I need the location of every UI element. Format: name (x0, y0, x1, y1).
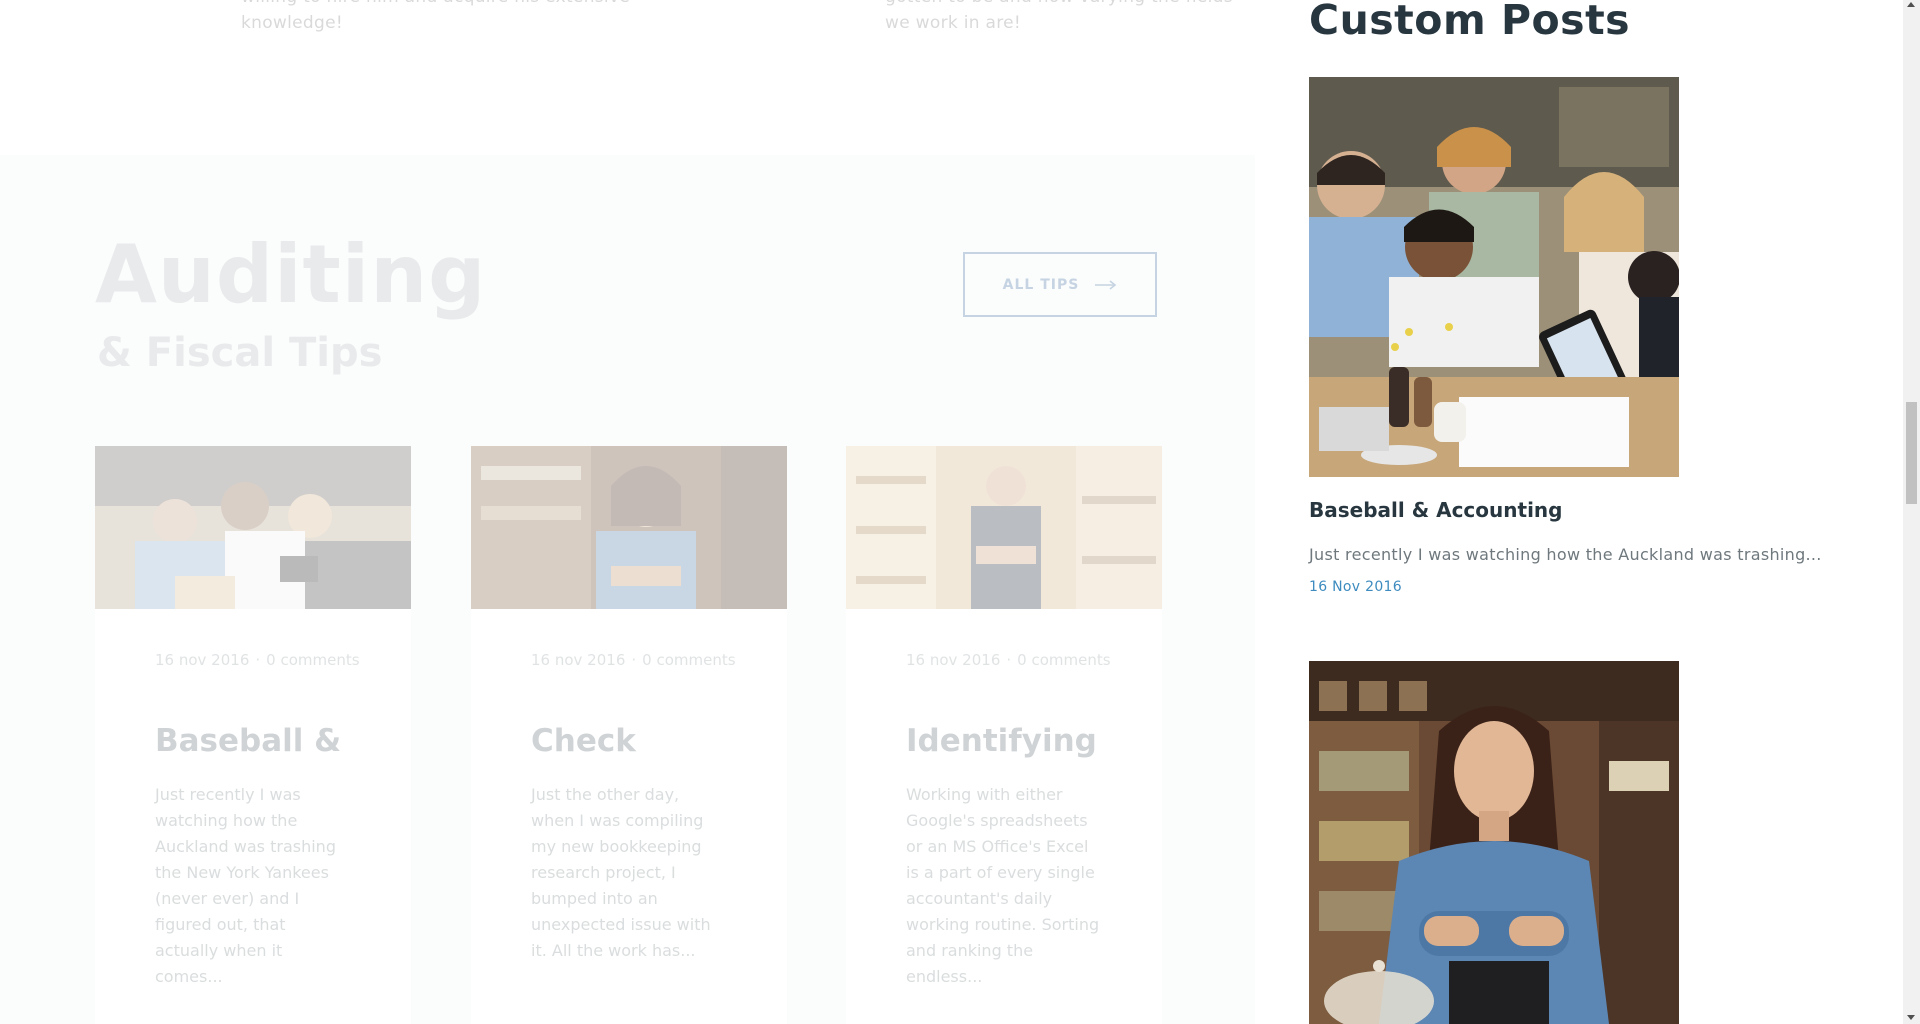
all-tips-button[interactable]: ALL TIPS (963, 252, 1157, 317)
tip-card-meta: 16 nov 2016 · 0 comments (531, 651, 736, 669)
all-tips-label: ALL TIPS (1002, 276, 1080, 293)
tip-card-date: 16 nov 2016 (155, 651, 250, 669)
section-subheading: & Fiscal Tips (97, 330, 383, 376)
scroll-down-icon[interactable] (1907, 1015, 1915, 1020)
tip-card-excerpt: Just recently I was watching how the Auc… (155, 785, 336, 986)
scrollbar-thumb[interactable] (1906, 402, 1917, 504)
post-image[interactable] (1309, 661, 1679, 1024)
tip-card-comments[interactable]: 0 comments (266, 651, 359, 669)
post-excerpt: Just recently I was watching how the Auc… (1309, 545, 1822, 564)
tip-card-comments[interactable]: 0 comments (642, 651, 735, 669)
sidebar-title: Custom Posts (1309, 0, 1631, 44)
tip-card-image[interactable] (471, 446, 787, 609)
tip-card-image[interactable] (95, 446, 411, 609)
custom-posts-sidebar: Custom Posts Baseball & Accounting Just … (1309, 0, 1829, 1024)
tip-card-excerpt: Working with either Google's spreadsheet… (906, 785, 1100, 986)
tip-card-image[interactable] (846, 446, 1162, 609)
tip-card-comments[interactable]: 0 comments (1017, 651, 1110, 669)
section-heading: Auditing (95, 228, 487, 321)
intro-text-right: gotten to be and how varying the fields … (885, 0, 1233, 33)
tip-card-meta: 16 nov 2016 · 0 comments (906, 651, 1111, 669)
tip-card-meta: 16 nov 2016 · 0 comments (155, 651, 360, 669)
scroll-up-icon[interactable] (1907, 2, 1915, 7)
faded-main-content: willing to hire him and acquire his exte… (0, 0, 1255, 1024)
post-title[interactable]: Baseball & Accounting (1309, 498, 1562, 522)
tip-card-date: 16 nov 2016 (906, 651, 1001, 669)
post-image[interactable] (1309, 77, 1679, 477)
tip-card[interactable]: 16 nov 2016 · 0 comments Identifying Worki… (846, 446, 1162, 1024)
intro-text-left: willing to hire him and acquire his exte… (241, 0, 630, 33)
tip-card-title[interactable]: Baseball & (155, 723, 341, 759)
tip-card-title[interactable]: Identifying (906, 723, 1097, 759)
tip-card[interactable]: 16 nov 2016 · 0 comments Check Just the ot… (471, 446, 787, 1024)
tip-card-date: 16 nov 2016 (531, 651, 626, 669)
vertical-scrollbar[interactable] (1903, 0, 1920, 1024)
arrow-right-icon (1095, 279, 1117, 290)
post-date[interactable]: 16 Nov 2016 (1309, 579, 1402, 595)
tip-card-title[interactable]: Check (531, 723, 636, 759)
tip-card-excerpt: Just the other day, when I was compiling… (531, 785, 711, 960)
page: willing to hire him and acquire his exte… (0, 0, 1920, 1024)
tip-card[interactable]: 16 nov 2016 · 0 comments Baseball & Just r… (95, 446, 411, 1024)
